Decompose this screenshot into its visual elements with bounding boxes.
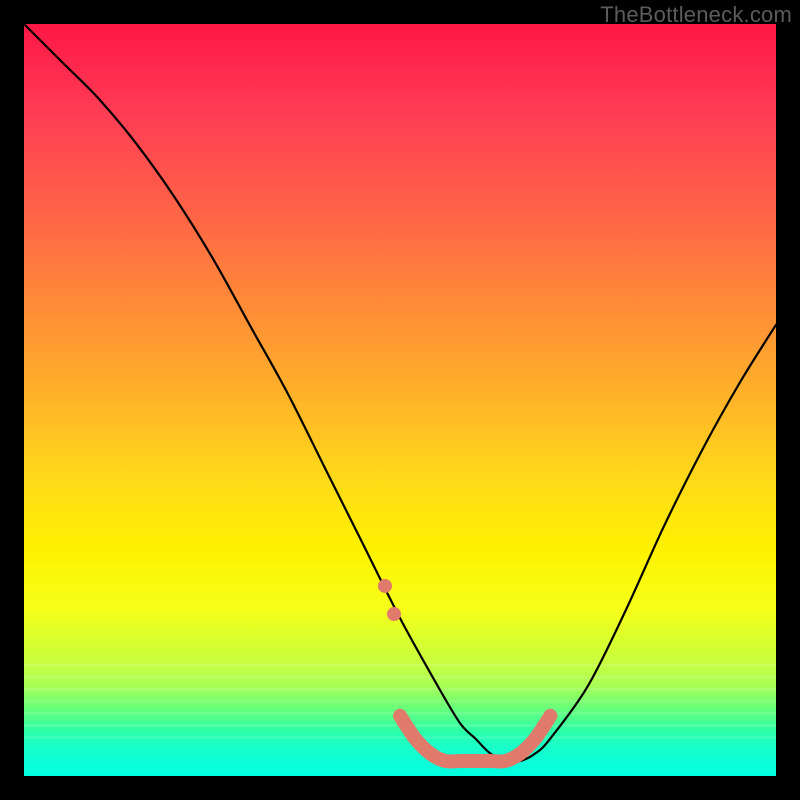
gradient-band <box>24 700 776 703</box>
gradient-band <box>24 712 776 715</box>
gradient-band <box>24 736 776 739</box>
chart-frame <box>24 24 776 776</box>
gradient-band <box>24 688 776 691</box>
gradient-band <box>24 676 776 679</box>
gradient-band <box>24 724 776 727</box>
gradient-band <box>24 664 776 667</box>
